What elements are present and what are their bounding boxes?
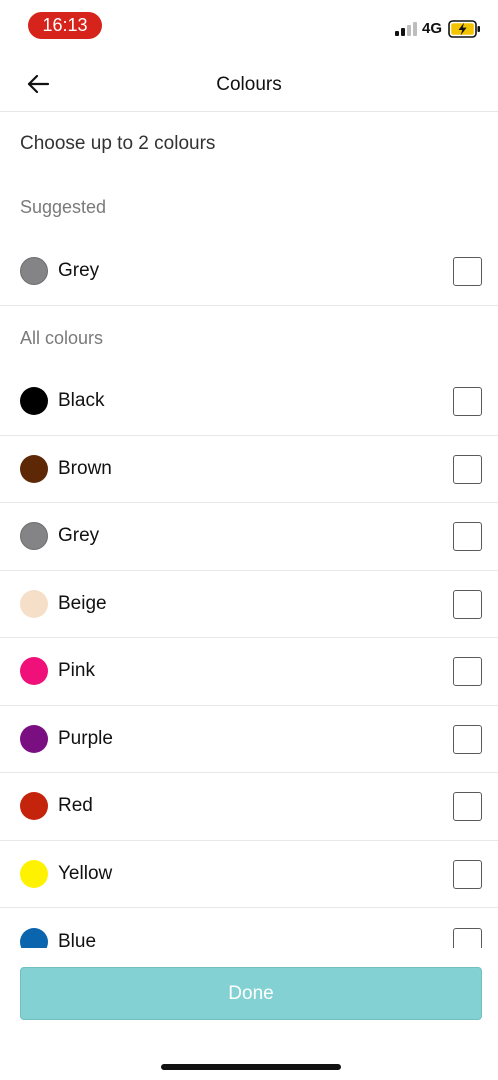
colour-swatch [20, 257, 48, 286]
colour-option-blue[interactable]: Blue [0, 908, 498, 948]
colour-swatch [20, 792, 48, 821]
colours-screen: 16:13 4G Colours Choose up to 2 colours … [0, 0, 498, 1080]
colour-checkbox[interactable] [453, 657, 482, 687]
instruction-text: Choose up to 2 colours [20, 133, 216, 154]
colour-label: Grey [58, 525, 100, 547]
colour-label: Beige [58, 592, 107, 614]
battery-charging-icon [448, 20, 480, 38]
done-button[interactable]: Done [20, 967, 482, 1020]
colour-checkbox[interactable] [453, 522, 482, 552]
network-label: 4G [422, 20, 443, 37]
colour-swatch [20, 387, 48, 416]
colour-checkbox[interactable] [453, 927, 482, 948]
suggested-list: Grey [0, 238, 498, 306]
colour-option-beige[interactable]: Beige [0, 571, 498, 638]
colour-label: Grey [58, 260, 100, 282]
colour-swatch [20, 589, 48, 618]
signal-icon [395, 22, 417, 36]
colour-swatch [20, 927, 48, 948]
home-indicator [161, 1064, 341, 1070]
colour-label: Black [58, 390, 105, 412]
colour-label: Yellow [58, 862, 113, 884]
colour-checkbox[interactable] [453, 792, 482, 822]
colour-option-grey[interactable]: Grey [0, 503, 498, 571]
colour-checkbox[interactable] [453, 257, 482, 287]
colour-option-yellow[interactable]: Yellow [0, 841, 498, 908]
colour-swatch [20, 859, 48, 888]
colour-label: Pink [58, 660, 95, 682]
section-label-all-colours: All colours [20, 328, 104, 348]
colour-checkbox[interactable] [453, 589, 482, 619]
colour-checkbox[interactable] [453, 724, 482, 754]
status-bar: 16:13 4G [0, 0, 498, 56]
colour-label: Brown [58, 457, 112, 479]
colour-label: Blue [58, 930, 97, 948]
header: Colours [0, 56, 498, 112]
all-colours-list: Black Brown Grey Beige Pink Purple Red Y… [0, 368, 498, 948]
colour-checkbox[interactable] [453, 859, 482, 889]
status-time: 16:13 [28, 12, 102, 39]
colour-option-suggested-grey[interactable]: Grey [0, 238, 498, 306]
colour-option-brown[interactable]: Brown [0, 436, 498, 503]
colour-option-black[interactable]: Black [0, 368, 498, 436]
all-colours-scroll[interactable]: Black Brown Grey Beige Pink Purple Red Y… [0, 368, 498, 948]
colour-swatch [20, 657, 48, 686]
colour-swatch [20, 522, 48, 551]
colour-label: Red [58, 795, 93, 817]
section-label-suggested: Suggested [20, 197, 107, 217]
colour-swatch [20, 724, 48, 753]
colour-checkbox[interactable] [453, 454, 482, 484]
colour-option-pink[interactable]: Pink [0, 638, 498, 706]
colour-label: Purple [58, 727, 113, 749]
page-title: Colours [216, 74, 282, 95]
colour-checkbox[interactable] [453, 387, 482, 417]
colour-option-purple[interactable]: Purple [0, 706, 498, 773]
colour-option-red[interactable]: Red [0, 773, 498, 841]
colour-swatch [20, 454, 48, 483]
